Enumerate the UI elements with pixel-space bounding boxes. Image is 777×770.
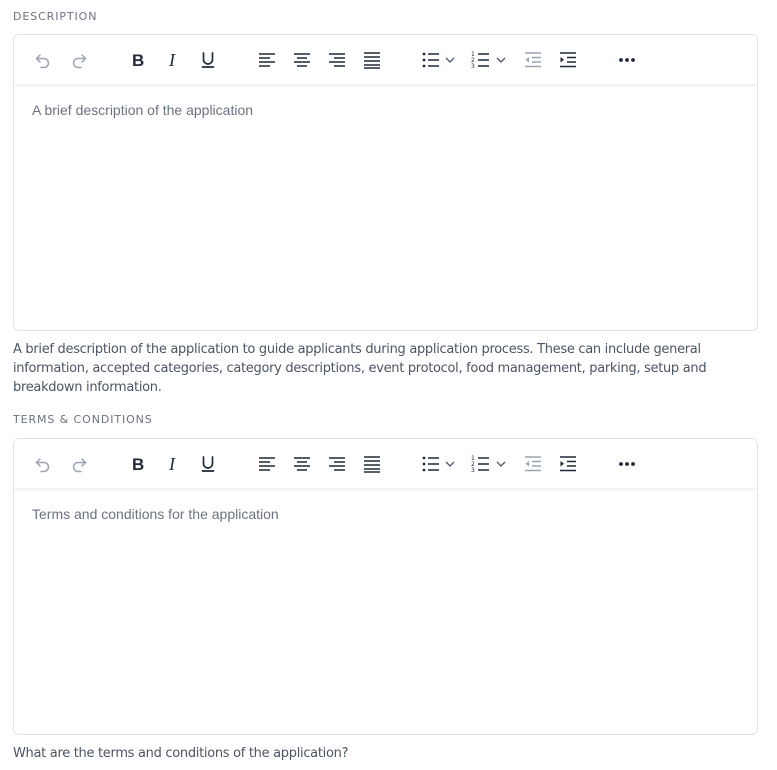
align-justify-icon[interactable] [359, 47, 385, 73]
more-icon[interactable] [614, 451, 640, 477]
redo-icon[interactable] [66, 47, 92, 73]
svg-text:I: I [168, 50, 176, 70]
align-right-icon[interactable] [324, 451, 350, 477]
terms-toolbar: B I 123 [14, 439, 757, 488]
terms-help-text: What are the terms and conditions of the… [13, 746, 349, 761]
svg-text:B: B [132, 51, 144, 70]
align-center-icon[interactable] [289, 451, 315, 477]
description-editor[interactable]: B I 123 A brief description of the appli… [13, 34, 758, 331]
chevron-down-icon[interactable] [443, 451, 457, 477]
bold-icon[interactable]: B [125, 47, 151, 73]
bold-icon[interactable]: B [125, 451, 151, 477]
align-right-icon[interactable] [324, 47, 350, 73]
terms-label: TERMS & CONDITIONS [13, 413, 153, 426]
underline-icon[interactable] [195, 47, 221, 73]
chevron-down-icon[interactable] [494, 47, 508, 73]
description-help-text: A brief description of the application t… [13, 342, 707, 395]
align-center-icon[interactable] [289, 47, 315, 73]
undo-icon[interactable] [30, 47, 56, 73]
svg-text:3: 3 [471, 467, 475, 474]
bullet-list-icon[interactable] [418, 451, 444, 477]
terms-content[interactable]: Terms and conditions for the application [32, 506, 739, 522]
italic-icon[interactable]: I [160, 47, 186, 73]
bullet-list-icon[interactable] [418, 47, 444, 73]
underline-icon[interactable] [195, 451, 221, 477]
italic-icon[interactable]: I [160, 451, 186, 477]
svg-text:B: B [132, 455, 144, 474]
undo-icon[interactable] [30, 451, 56, 477]
more-icon[interactable] [614, 47, 640, 73]
chevron-down-icon[interactable] [494, 451, 508, 477]
svg-text:I: I [168, 454, 176, 474]
description-label: DESCRIPTION [13, 10, 98, 23]
redo-icon[interactable] [66, 451, 92, 477]
align-left-icon[interactable] [254, 451, 280, 477]
align-justify-icon[interactable] [359, 451, 385, 477]
indent-icon[interactable] [555, 47, 581, 73]
chevron-down-icon[interactable] [443, 47, 457, 73]
align-left-icon[interactable] [254, 47, 280, 73]
outdent-icon[interactable] [520, 47, 546, 73]
description-toolbar: B I 123 [14, 35, 757, 84]
numbered-list-icon[interactable]: 123 [468, 47, 494, 73]
outdent-icon[interactable] [520, 451, 546, 477]
terms-editor[interactable]: B I 123 Terms and conditions for the app… [13, 438, 758, 735]
svg-text:3: 3 [471, 63, 475, 70]
indent-icon[interactable] [555, 451, 581, 477]
numbered-list-icon[interactable]: 123 [468, 451, 494, 477]
description-content[interactable]: A brief description of the application [32, 102, 739, 118]
